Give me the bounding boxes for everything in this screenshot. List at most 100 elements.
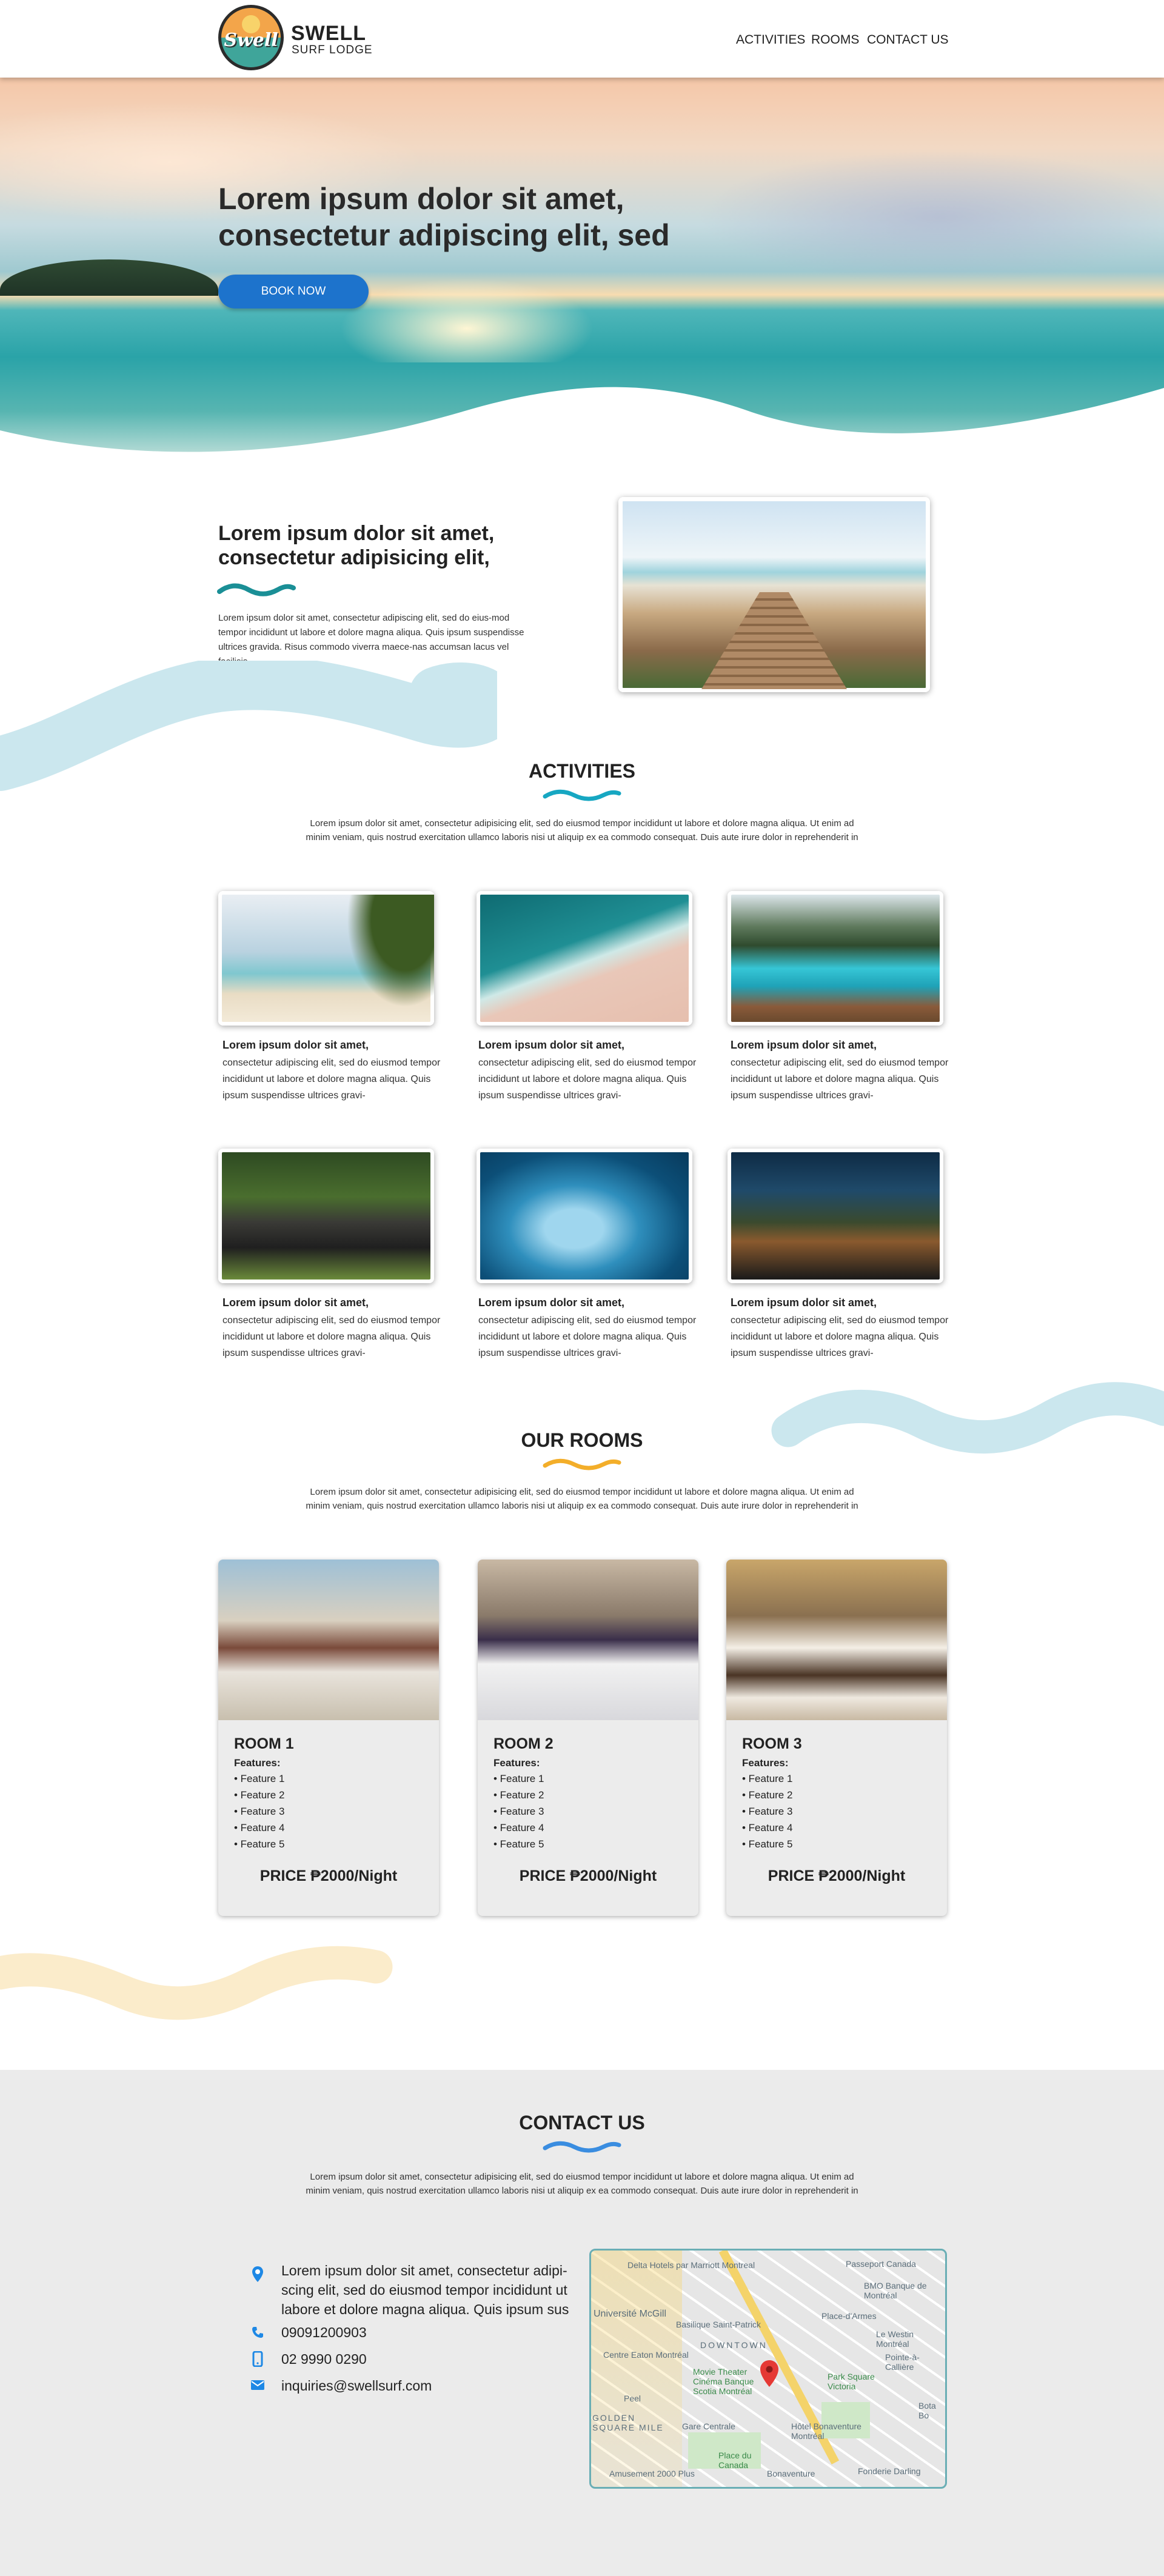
room-features-label: Features:	[742, 1757, 789, 1769]
aerial-shore-photo[interactable]	[477, 891, 692, 1026]
room-feature: • Feature 4	[493, 1822, 544, 1834]
address-line: scing elit, sed do eiusmod tempor incidi…	[281, 2282, 567, 2298]
night-bar-photo[interactable]	[728, 1149, 943, 1283]
map-label: Passeport Canada	[846, 2259, 916, 2269]
nav-contact-us[interactable]: CONTACT US	[867, 33, 949, 47]
contact-intro-line: minim veniam, quis nostrud exercitation …	[306, 2186, 858, 2196]
map-yellow-road	[591, 2251, 682, 2487]
brand-subtitle: SURF LODGE	[292, 44, 373, 56]
logo-script: Swell	[224, 30, 278, 51]
hero-title: Lorem ipsum dolor sit amet, consectetur …	[218, 181, 764, 253]
activity-card-heading: Lorem ipsum dolor sit amet,	[731, 1039, 877, 1051]
activity-card-text: consectetur adipiscing elit, sed do eius…	[222, 1058, 441, 1101]
activity-card-heading: Lorem ipsum dolor sit amet,	[222, 1039, 369, 1051]
room-card[interactable]: ROOM 1 Features: • Feature 1 • Feature 2…	[218, 1560, 439, 1916]
map-label: Hôtel Bonaventure Montréal	[791, 2421, 861, 2441]
map-label: DOWNTOWN	[700, 2340, 768, 2350]
room-photo	[218, 1560, 439, 1720]
room-card[interactable]: ROOM 3 Features: • Feature 1 • Feature 2…	[726, 1560, 947, 1916]
intro-wave-icon	[217, 583, 296, 596]
palm-beach-photo[interactable]	[218, 891, 434, 1026]
map-label: Bota Bo	[918, 2401, 936, 2420]
decor-wave-yellow	[0, 1946, 393, 2020]
atv-ride-photo[interactable]	[218, 1149, 434, 1283]
map-label: Basilique Saint-Patrick	[676, 2320, 761, 2329]
room-feature: • Feature 2	[234, 1789, 285, 1801]
activities-intro: Lorem ipsum dolor sit amet, consectetur …	[267, 816, 897, 844]
room-feature: • Feature 3	[742, 1806, 793, 1817]
contact-phone[interactable]: 09091200903	[281, 2323, 367, 2342]
map-label: Fonderie Darling	[858, 2466, 921, 2476]
intro-title: Lorem ipsum dolor sit amet, consectetur …	[218, 521, 558, 570]
intro-title-line: Lorem ipsum dolor sit amet,	[218, 522, 495, 545]
room-price: PRICE ₱2000/Night	[259, 1867, 398, 1884]
room-feature: • Feature 3	[493, 1806, 544, 1817]
map-label: Amusement 2000 Plus	[609, 2469, 695, 2478]
map-label: Place-d'Armes	[821, 2311, 877, 2321]
contact-address: Lorem ipsum dolor sit amet, consectetur …	[281, 2261, 584, 2319]
map-label: Delta Hotels par Marriott Montreal	[627, 2260, 755, 2270]
activity-card-heading: Lorem ipsum dolor sit amet,	[478, 1296, 625, 1309]
activity-card-heading: Lorem ipsum dolor sit amet,	[222, 1296, 369, 1309]
surfer-barrel-photo[interactable]	[477, 1149, 692, 1283]
hero-wave-divider	[0, 387, 1164, 467]
room-feature: • Feature 2	[493, 1789, 544, 1801]
rooms-title: OUR ROOMS	[521, 1429, 643, 1451]
activity-card-text: consectetur adipiscing elit, sed do eius…	[731, 1315, 949, 1358]
room-feature: • Feature 4	[234, 1822, 285, 1834]
intro-title-line: consectetur adipisicing elit,	[218, 546, 490, 569]
room-feature: • Feature 4	[742, 1822, 793, 1834]
book-now-button[interactable]: BOOK NOW	[218, 275, 369, 309]
brand-title[interactable]: SWELL	[291, 22, 366, 45]
room-feature: • Feature 2	[742, 1789, 793, 1801]
room-name: ROOM 3	[742, 1735, 802, 1752]
map-label: Bonaventure	[767, 2469, 815, 2478]
hero-title-line: Lorem ipsum dolor sit amet,	[218, 182, 624, 216]
hero-title-line: consectetur adipiscing elit, sed	[218, 218, 670, 252]
address-line: labore et dolore magna aliqua. Quis ipsu…	[281, 2301, 569, 2317]
address-line: Lorem ipsum dolor sit amet, consectetur …	[281, 2263, 567, 2278]
email-icon	[251, 2380, 264, 2390]
activities-wave-icon	[543, 789, 621, 801]
map-label: Place du Canada	[718, 2451, 752, 2470]
nav-activities[interactable]: ACTIVITIES	[736, 33, 805, 47]
palm-tree	[337, 895, 434, 1022]
map-label: Pointe-à-Callière	[885, 2352, 920, 2372]
room-card[interactable]: ROOM 2 Features: • Feature 1 • Feature 2…	[478, 1560, 698, 1916]
map-label: Le Westin Montréal	[876, 2329, 914, 2349]
room-feature: • Feature 1	[742, 1773, 793, 1784]
contact-wave-icon	[543, 2141, 621, 2153]
top-navbar: Swell SWELL SURF LODGE ACTIVITIES ROOMS …	[0, 0, 1164, 78]
decor-wave-light-blue	[771, 1382, 1164, 1454]
map-pin-icon[interactable]	[760, 2360, 779, 2387]
activity-card-text: consectetur adipiscing elit, sed do eius…	[222, 1315, 441, 1358]
location-pin-icon	[252, 2266, 263, 2282]
boardwalk-photo	[618, 497, 930, 692]
activity-card-heading: Lorem ipsum dolor sit amet,	[478, 1039, 625, 1051]
nav-rooms[interactable]: ROOMS	[811, 33, 859, 47]
logo-badge[interactable]: Swell	[218, 5, 284, 70]
map-label: BMO Banque de Montréal	[864, 2281, 927, 2300]
room-price: PRICE ₱2000/Night	[768, 1867, 906, 1884]
contact-title: CONTACT US	[519, 2112, 645, 2134]
rooms-intro-line: minim veniam, quis nostrud exercitation …	[306, 1501, 858, 1511]
hero-island	[0, 259, 218, 296]
boardwalk-stairs	[701, 592, 847, 689]
contact-mobile[interactable]: 02 9990 0290	[281, 2349, 367, 2369]
map-label: GOLDEN SQUARE MILE	[592, 2413, 664, 2432]
room-feature: • Feature 1	[493, 1773, 544, 1784]
room-photo	[478, 1560, 698, 1720]
activities-intro-line: minim veniam, quis nostrud exercitation …	[306, 832, 858, 843]
map-label: Park Square Victoria	[828, 2372, 875, 2391]
activity-card-text: consectetur adipiscing elit, sed do eius…	[478, 1315, 697, 1358]
hero-cloud	[697, 150, 1164, 284]
cove-waterfall-photo[interactable]	[728, 891, 943, 1026]
map-label: Gare Centrale	[682, 2421, 735, 2431]
contact-intro-line: Lorem ipsum dolor sit amet, consectetur …	[310, 2172, 854, 2182]
room-feature: • Feature 5	[742, 1838, 793, 1850]
map-label: Université McGill	[594, 2309, 667, 2319]
room-name: ROOM 2	[493, 1735, 554, 1752]
room-features-label: Features:	[493, 1757, 540, 1769]
contact-email[interactable]: inquiries@swellsurf.com	[281, 2376, 432, 2395]
location-map[interactable]: Delta Hotels par Marriott Montreal Passe…	[589, 2249, 947, 2489]
